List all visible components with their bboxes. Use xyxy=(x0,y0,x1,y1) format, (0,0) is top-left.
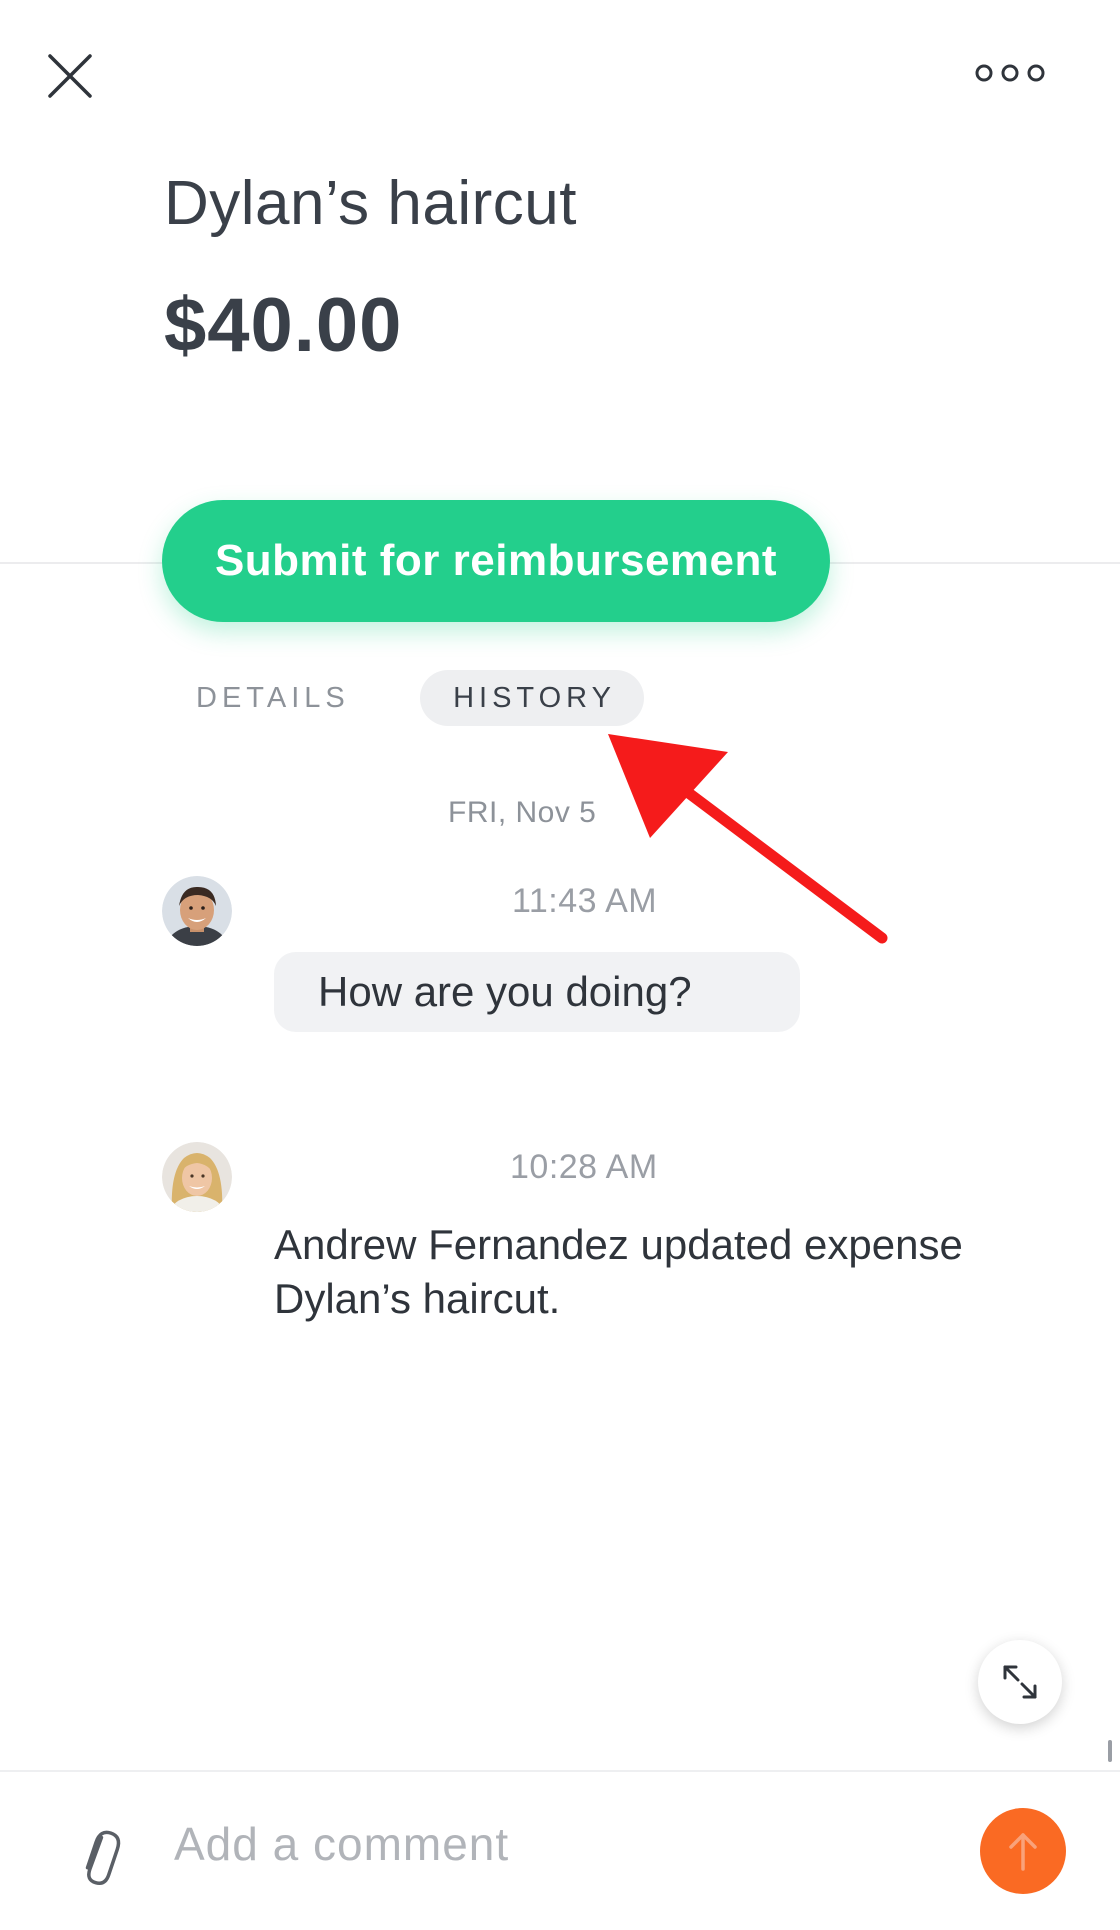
comment-input[interactable] xyxy=(174,1802,934,1886)
male-user-avatar xyxy=(162,876,232,946)
submit-for-reimbursement-button[interactable]: Submit for reimbursement xyxy=(162,500,830,622)
arrow-up-icon xyxy=(1009,1833,1037,1871)
history-date-header: FRI, Nov 5 xyxy=(448,796,597,829)
more-options-button[interactable] xyxy=(970,58,1050,88)
expand-button[interactable] xyxy=(978,1640,1062,1724)
avatar xyxy=(162,876,232,946)
avatar xyxy=(162,1142,232,1212)
expense-title: Dylan’s haircut xyxy=(164,169,577,238)
attach-button[interactable] xyxy=(74,1824,124,1888)
tab-history-label: HISTORY xyxy=(453,681,616,714)
paperclip-icon xyxy=(85,1830,121,1885)
history-event-text: Andrew Fernandez updated expense Dylan’s… xyxy=(274,1221,963,1322)
close-icon xyxy=(48,54,92,98)
comment-bubble: How are you doing? xyxy=(274,952,800,1032)
tab-details[interactable]: DETAILS xyxy=(196,682,350,715)
send-button[interactable] xyxy=(980,1808,1066,1894)
expand-icon xyxy=(1003,1665,1037,1699)
tab-history[interactable]: HISTORY xyxy=(420,670,644,726)
expense-detail-screen: Dylan’s haircut $40.00 Submit for reimbu… xyxy=(0,0,1120,1930)
annotation-arrow-icon xyxy=(608,734,888,944)
female-user-avatar xyxy=(162,1142,232,1212)
entry-time: 10:28 AM xyxy=(510,1148,658,1186)
expense-amount: $40.00 xyxy=(164,283,403,368)
more-horizontal-icon xyxy=(975,64,1045,82)
close-button[interactable] xyxy=(44,50,96,102)
scroll-indicator xyxy=(1108,1740,1112,1762)
comment-composer xyxy=(0,1770,1120,1930)
